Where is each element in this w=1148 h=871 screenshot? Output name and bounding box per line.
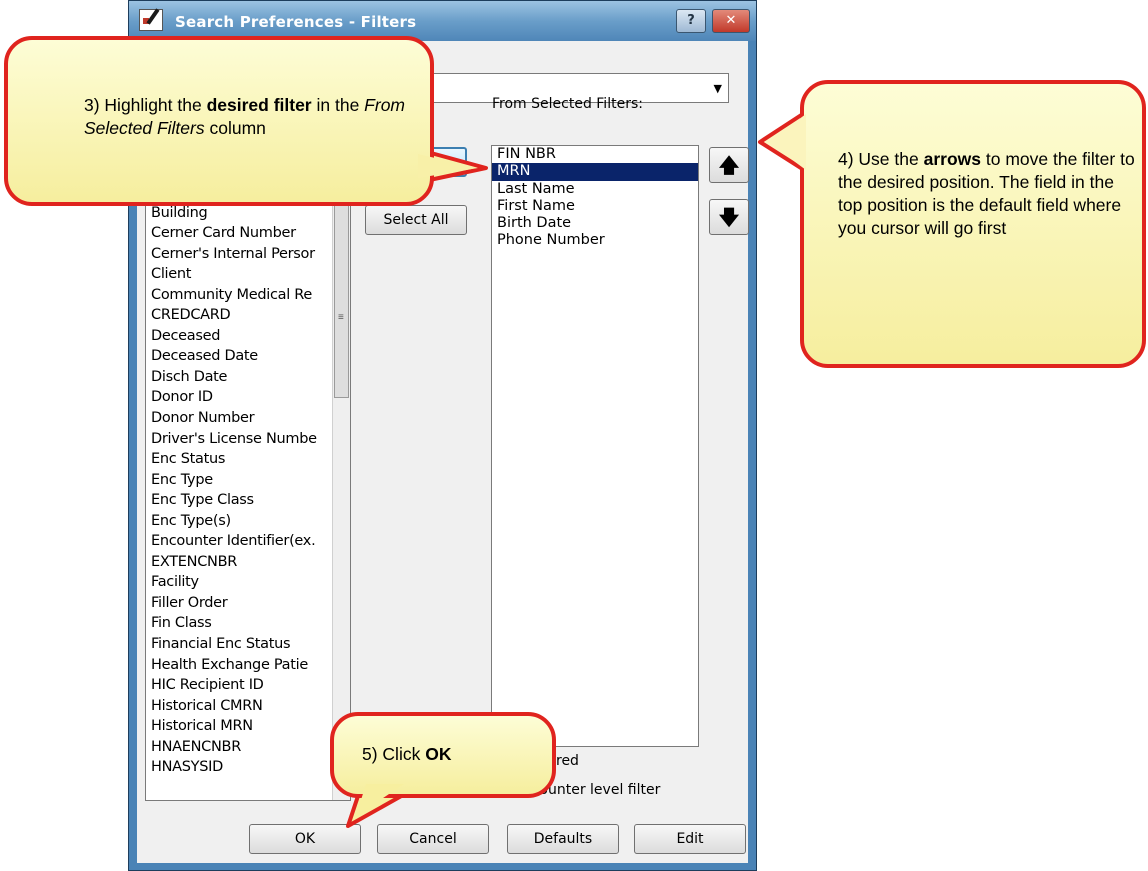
callout-tail-joins — [356, 114, 806, 816]
